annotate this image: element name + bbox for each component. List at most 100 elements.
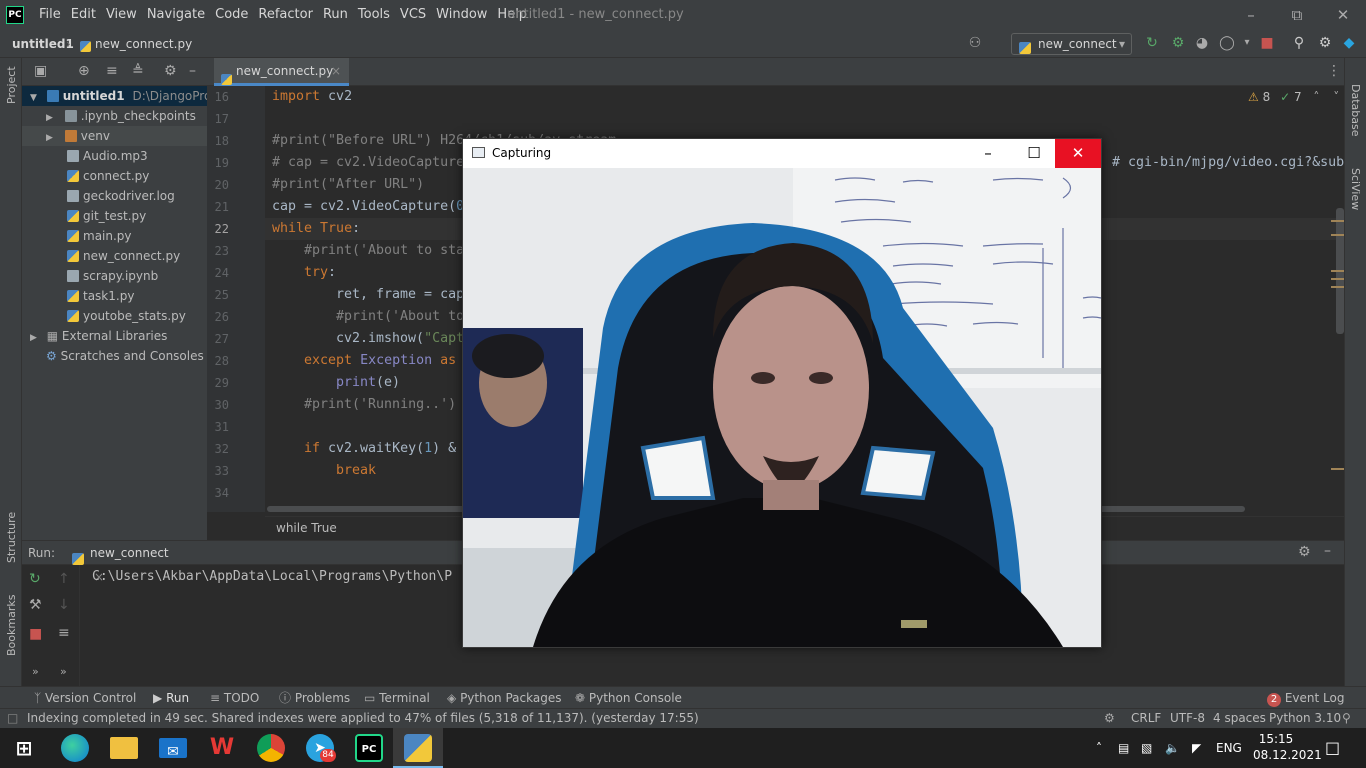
rerun-icon[interactable]: ↻ — [1143, 34, 1161, 52]
input-language[interactable]: ENG — [1216, 728, 1242, 768]
view-mode-icon[interactable]: ▣ — [34, 63, 47, 79]
menu-run[interactable]: Run — [318, 0, 353, 30]
scroll-down-icon[interactable]: ↓ — [58, 597, 70, 613]
search-icon[interactable]: ⚲ — [1290, 34, 1308, 52]
tree-item[interactable]: geckodriver.log — [22, 186, 207, 206]
code-line[interactable]: cap = cv2.VideoCapture(0) — [272, 196, 472, 218]
network-icon[interactable]: ◤ — [1192, 728, 1201, 768]
code-line[interactable]: print(e) — [336, 372, 400, 394]
code-line[interactable]: break — [336, 460, 376, 482]
capture-close-button[interactable]: ✕ — [1055, 139, 1101, 168]
code-line[interactable]: #print("After URL") — [272, 174, 424, 196]
mail-icon[interactable]: ✉ — [159, 738, 187, 760]
project-tool-label[interactable]: Project — [5, 66, 18, 104]
menu-tools[interactable]: Tools — [353, 0, 395, 30]
expand-more-icon[interactable]: » — [60, 665, 67, 678]
menu-vcs[interactable]: VCS — [395, 0, 431, 30]
tree-scratches[interactable]: ⚙ Scratches and Consoles — [22, 346, 207, 366]
tool-run[interactable]: ▶ Run — [153, 687, 189, 709]
code-line[interactable]: try: — [304, 262, 336, 284]
expand-more-icon[interactable]: » — [32, 665, 39, 678]
pycharm-taskbar-icon[interactable]: PC — [355, 734, 383, 762]
locate-icon[interactable]: ⊕ — [78, 63, 90, 79]
more-run-chevron-icon[interactable]: ▾ — [1238, 34, 1256, 52]
tree-item[interactable]: connect.py — [22, 166, 207, 186]
tray-chevron-up-icon[interactable]: ˄ — [1096, 728, 1102, 768]
run-console-output[interactable]: C:\Users\Akbar\AppData\Local\Programs\Py… — [92, 569, 452, 584]
warning-marker[interactable] — [1331, 270, 1344, 272]
collapse-all-icon[interactable]: ≜ — [132, 63, 144, 79]
tree-item[interactable]: Audio.mp3 — [22, 146, 207, 166]
python-interpreter[interactable]: Python 3.10 — [1269, 709, 1341, 728]
menu-window[interactable]: Window — [431, 0, 492, 30]
menu-view[interactable]: View — [101, 0, 142, 30]
jetbrains-toolbox-icon[interactable]: ◆ — [1340, 34, 1358, 52]
code-line[interactable]: while True: — [272, 218, 360, 240]
close-button[interactable]: ✕ — [1320, 0, 1366, 30]
run-config-dropdown[interactable]: new_connect ▾ — [1011, 33, 1132, 55]
tree-item[interactable]: task1.py — [22, 286, 207, 306]
tree-item[interactable]: scrapy.ipynb — [22, 266, 207, 286]
chevron-down-icon[interactable]: ˅ — [1333, 90, 1339, 104]
code-line[interactable]: # cap = cv2.VideoCapture — [272, 152, 464, 174]
debug-icon[interactable]: ⚙ — [1169, 34, 1187, 52]
tree-external-libraries[interactable]: ▶ ▦ External Libraries — [22, 326, 207, 346]
capture-window[interactable]: Capturing – ☐ ✕ — [462, 138, 1102, 648]
chevron-up-icon[interactable]: ˄ — [1313, 90, 1319, 104]
warning-marker[interactable] — [1331, 278, 1344, 280]
settings-gear-icon[interactable]: ⚙ — [1316, 34, 1334, 52]
menu-refactor[interactable]: Refactor — [253, 0, 318, 30]
capture-minimize-button[interactable]: – — [965, 139, 1011, 168]
breadcrumb-project[interactable]: untitled1 — [12, 30, 74, 58]
code-breadcrumb[interactable]: while True — [276, 521, 337, 535]
file-encoding[interactable]: UTF-8 — [1170, 709, 1205, 728]
run-settings-gear-icon[interactable]: ⚙ — [1298, 544, 1311, 560]
battery-icon[interactable]: ▧ — [1141, 728, 1152, 768]
line-separator[interactable]: CRLF — [1131, 709, 1161, 728]
code-line[interactable]: #print('Running..') — [304, 394, 456, 416]
tool-terminal[interactable]: ▭ Terminal — [364, 687, 430, 709]
tree-item[interactable]: git_test.py — [22, 206, 207, 226]
scroll-up-icon[interactable]: ↑ — [58, 571, 70, 587]
menu-edit[interactable]: Edit — [66, 0, 101, 30]
menu-code[interactable]: Code — [210, 0, 253, 30]
run-tab-new-connect[interactable]: new_connect × — [68, 541, 178, 584]
rerun-icon[interactable]: ↻ — [29, 571, 41, 587]
editor-tab-new-connect[interactable]: new_connect.py × — [214, 58, 349, 86]
stop-icon[interactable]: ■ — [29, 626, 42, 642]
tool-problems[interactable]: ⓘ Problems — [279, 687, 350, 709]
tool-python-packages[interactable]: ◈ Python Packages — [447, 687, 561, 709]
menu-file[interactable]: File — [34, 0, 66, 30]
tray-app-icon[interactable]: ▤ — [1118, 728, 1129, 768]
python-icon[interactable] — [404, 734, 432, 762]
windows-start-icon[interactable]: ⊞ — [10, 734, 38, 762]
tree-item[interactable]: ▶ .ipynb_checkpoints — [22, 106, 207, 126]
tree-item[interactable]: youtobe_stats.py — [22, 306, 207, 326]
expand-all-icon[interactable]: ≡ — [106, 63, 118, 79]
profile-icon[interactable]: ◯ — [1218, 34, 1236, 52]
edge-icon[interactable] — [61, 734, 89, 762]
structure-tool-label[interactable]: Structure — [5, 512, 18, 563]
tool-todo[interactable]: ≡ TODO — [210, 687, 259, 709]
code-line[interactable]: except Exception as e: — [304, 350, 480, 372]
warning-marker[interactable] — [1331, 234, 1344, 236]
more-options-icon[interactable]: ⋮ — [1327, 63, 1341, 79]
code-line[interactable]: import cv2 — [272, 86, 352, 108]
chrome-icon[interactable] — [257, 734, 285, 762]
database-tool-label[interactable]: Database — [1349, 84, 1362, 137]
tree-item[interactable]: new_connect.py — [22, 246, 207, 266]
git-settings-icon[interactable]: ⚙ — [1104, 709, 1115, 728]
file-explorer-icon[interactable] — [110, 737, 138, 759]
warning-marker[interactable] — [1331, 220, 1344, 222]
tree-item[interactable]: ▶ venv — [22, 126, 207, 146]
volume-icon[interactable]: 🔈 — [1165, 728, 1180, 768]
soft-wrap-icon[interactable]: ≡ — [58, 625, 70, 641]
hide-panel-icon[interactable]: – — [1324, 543, 1331, 559]
tree-item[interactable]: main.py — [22, 226, 207, 246]
close-tab-icon[interactable]: × — [331, 58, 341, 84]
clock[interactable]: 15:15 08.12.2021 — [1253, 731, 1322, 763]
stop-icon[interactable]: ■ — [1258, 34, 1276, 52]
status-toggle-icon[interactable]: □ — [7, 709, 18, 728]
coverage-icon[interactable]: ◕ — [1193, 34, 1211, 52]
capture-title-bar[interactable]: Capturing – ☐ ✕ — [463, 139, 1101, 168]
